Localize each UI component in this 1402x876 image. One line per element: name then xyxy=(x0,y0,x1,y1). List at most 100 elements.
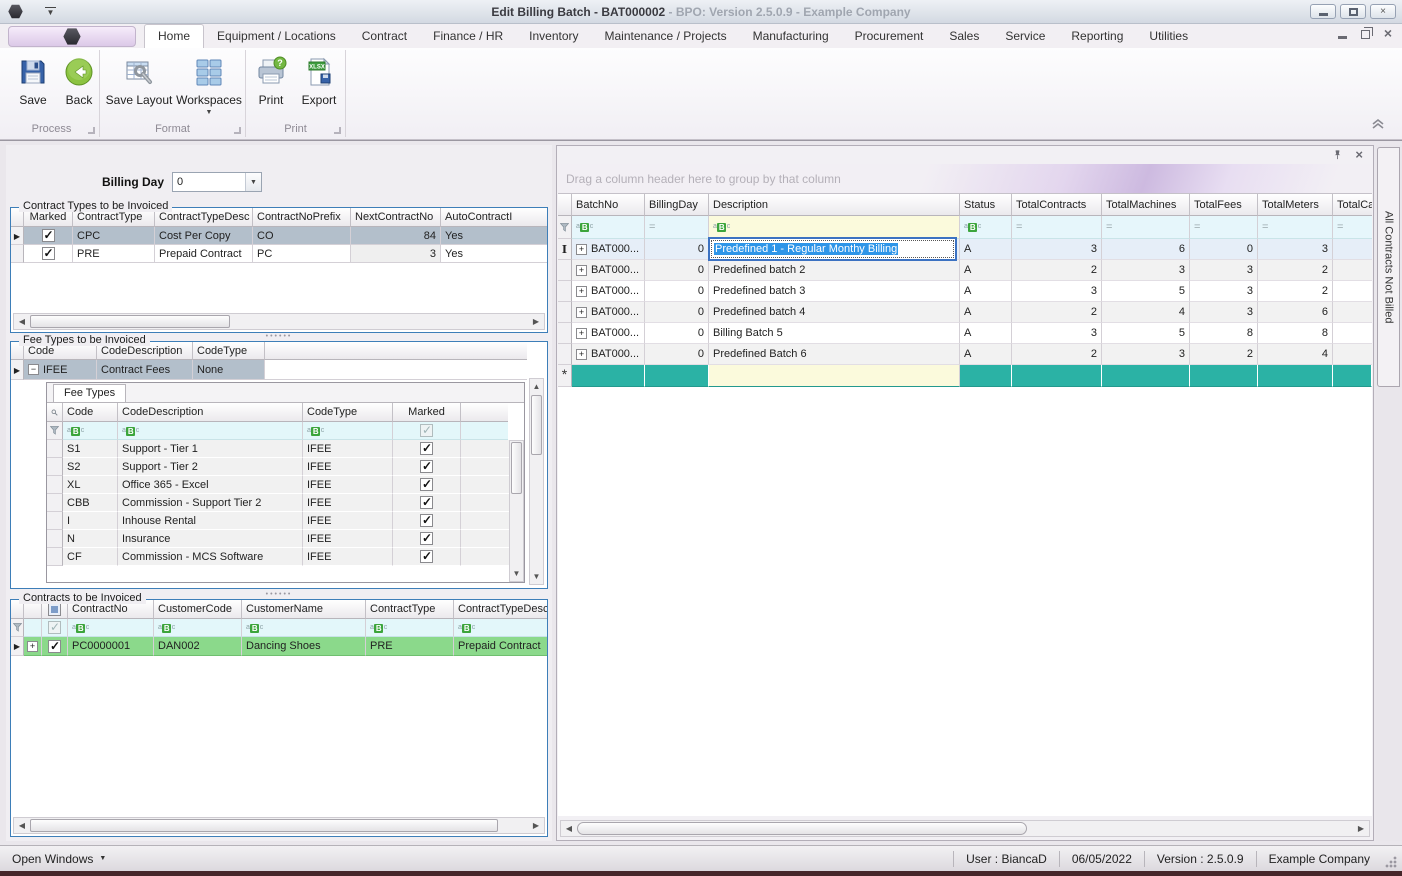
marked-filter-checkbox[interactable] xyxy=(48,621,61,634)
fee-type-row[interactable]: CF Commission - MCS Software IFEE xyxy=(47,548,524,566)
scroll-left-icon[interactable]: ◀ xyxy=(561,821,577,836)
filter-cell-totalca[interactable]: = xyxy=(1333,216,1372,239)
scroll-left-icon[interactable]: ◀ xyxy=(14,314,30,329)
marked-filter-checkbox[interactable] xyxy=(420,424,433,437)
batch-row-editing[interactable]: BAT000... 0 Predefined 1 - Regular Month… xyxy=(558,239,1372,260)
contract-row[interactable]: PC0000001 DAN002 Dancing Shoes PRE Prepa… xyxy=(11,637,547,656)
export-button[interactable]: XLSX Export xyxy=(294,54,344,120)
col-header-description[interactable]: Description xyxy=(709,194,960,216)
filter-cell-code[interactable]: aBc xyxy=(63,422,118,440)
col-header-customercode[interactable]: CustomerCode xyxy=(154,600,242,619)
filter-cell-codetype[interactable]: aBc xyxy=(303,422,393,440)
filter-cell-totalmachines[interactable]: = xyxy=(1102,216,1190,239)
filter-cell-totalcontracts[interactable]: = xyxy=(1012,216,1102,239)
ribbon-tab[interactable]: Service xyxy=(992,25,1058,48)
col-header-marked[interactable]: Marked xyxy=(393,403,461,422)
ribbon-tab[interactable]: Utilities xyxy=(1136,25,1201,48)
fee-type-row[interactable]: S1 Support - Tier 1 IFEE xyxy=(47,440,524,458)
ribbon-tab[interactable]: Finance / HR xyxy=(420,25,516,48)
filter-cell-status[interactable]: aBc xyxy=(960,216,1012,239)
horizontal-scrollbar[interactable]: ◀ ▶ xyxy=(13,817,545,834)
workspaces-button[interactable]: Workspaces xyxy=(174,54,244,120)
save-layout-button[interactable]: Save Layout xyxy=(106,54,172,120)
ribbon-tab[interactable]: Manufacturing xyxy=(740,25,842,48)
contract-type-row[interactable]: PRE Prepaid Contract PC 3 Yes xyxy=(11,245,547,263)
batch-row[interactable]: BAT000... 0 Predefined batch 2 A 2 3 3 2 xyxy=(558,260,1372,281)
mdi-close-icon[interactable] xyxy=(1384,28,1392,41)
col-header-code[interactable]: Code xyxy=(63,403,118,422)
scroll-left-icon[interactable]: ◀ xyxy=(14,818,30,833)
col-header-totalmeters[interactable]: TotalMeters xyxy=(1258,194,1333,216)
col-header-billingday[interactable]: BillingDay xyxy=(645,194,709,216)
ribbon-tab[interactable]: Reporting xyxy=(1058,25,1136,48)
col-header-status[interactable]: Status xyxy=(960,194,1012,216)
maximize-button[interactable] xyxy=(1340,4,1366,19)
print-button[interactable]: ? Print xyxy=(248,54,294,120)
fee-types-vertical-scrollbar[interactable]: ▲ ▼ xyxy=(529,378,544,585)
tab-fee-types[interactable]: Fee Types xyxy=(53,384,126,402)
dialog-launcher-icon[interactable] xyxy=(234,127,241,134)
close-button[interactable]: × xyxy=(1370,4,1396,19)
filter-cell-totalmeters[interactable]: = xyxy=(1258,216,1333,239)
expand-row-icon[interactable] xyxy=(576,244,587,255)
scroll-thumb[interactable] xyxy=(511,442,522,494)
col-header-totalmachines[interactable]: TotalMachines xyxy=(1102,194,1190,216)
expand-row-icon[interactable] xyxy=(576,328,587,339)
expand-row-icon[interactable] xyxy=(576,265,587,276)
ribbon-tab[interactable]: Procurement xyxy=(842,25,937,48)
col-header-codetype[interactable]: CodeType xyxy=(303,403,393,422)
filter-cell-codedescription[interactable]: aBc xyxy=(118,422,303,440)
batch-row[interactable]: BAT000... 0 Predefined batch 3 A 3 5 3 2 xyxy=(558,281,1372,302)
mdi-restore-icon[interactable] xyxy=(1361,30,1370,39)
batch-row[interactable]: BAT000... 0 Billing Batch 5 A 3 5 8 8 xyxy=(558,323,1372,344)
filter-cell-contracttype[interactable]: aBc xyxy=(366,619,454,637)
marked-checkbox[interactable] xyxy=(420,478,433,491)
scroll-right-icon[interactable]: ▶ xyxy=(528,818,544,833)
col-header-customername[interactable]: CustomerName xyxy=(242,600,366,619)
dialog-launcher-icon[interactable] xyxy=(88,127,95,134)
col-header-totalcontracts[interactable]: TotalContracts xyxy=(1012,194,1102,216)
scroll-up-icon[interactable]: ▲ xyxy=(530,379,543,394)
col-header-totalca[interactable]: TotalCa xyxy=(1333,194,1372,216)
marked-checkbox[interactable] xyxy=(420,442,433,455)
ribbon-tab[interactable]: Equipment / Locations xyxy=(204,25,349,48)
col-header-contracttype[interactable]: ContractType xyxy=(366,600,454,619)
mdi-minimize-icon[interactable] xyxy=(1338,36,1347,39)
chevron-down-icon[interactable] xyxy=(245,173,261,191)
tab-all-contracts-not-billed[interactable]: All Contracts Not Billed xyxy=(1377,147,1400,387)
expand-row-icon[interactable] xyxy=(576,307,587,318)
collapse-row-icon[interactable] xyxy=(28,364,39,375)
new-batch-row[interactable] xyxy=(558,365,1372,387)
marked-checkbox[interactable] xyxy=(42,247,55,260)
expand-row-icon[interactable] xyxy=(27,641,38,652)
filter-cell-contracttypedesc[interactable]: aBc xyxy=(454,619,547,637)
col-header-nextcontractno[interactable]: NextContractNo xyxy=(351,208,441,227)
application-menu-button[interactable] xyxy=(8,26,136,47)
expand-row-icon[interactable] xyxy=(576,349,587,360)
filter-cell-marked[interactable] xyxy=(42,619,68,637)
col-header-contractnoprefix[interactable]: ContractNoPrefix xyxy=(253,208,351,227)
scroll-thumb[interactable] xyxy=(30,819,498,832)
marked-checkbox[interactable] xyxy=(420,496,433,509)
quick-access-dropdown-icon[interactable] xyxy=(45,7,56,17)
group-by-panel[interactable]: Drag a column header here to group by th… xyxy=(558,164,1372,194)
minimize-button[interactable] xyxy=(1310,4,1336,19)
ribbon-tab[interactable]: Contract xyxy=(349,25,420,48)
col-header-contracttypedesc[interactable]: ContractTypeDesc xyxy=(454,600,547,619)
col-header-codetype[interactable]: CodeType xyxy=(193,342,265,360)
filter-cell-billingday[interactable]: = xyxy=(645,216,709,239)
close-panel-icon[interactable] xyxy=(1355,149,1363,161)
dialog-launcher-icon[interactable] xyxy=(334,127,341,134)
marked-checkbox[interactable] xyxy=(42,229,55,242)
scroll-thumb[interactable] xyxy=(30,315,230,328)
fee-type-parent-row[interactable]: IFEE Contract Fees None xyxy=(11,360,527,380)
scroll-right-icon[interactable]: ▶ xyxy=(1353,821,1369,836)
marked-checkbox[interactable] xyxy=(420,532,433,545)
marked-checkbox[interactable] xyxy=(420,460,433,473)
pin-icon[interactable] xyxy=(1332,149,1343,161)
scroll-down-icon[interactable]: ▼ xyxy=(530,569,543,584)
batch-row[interactable]: BAT000... 0 Predefined batch 4 A 2 4 3 6 xyxy=(558,302,1372,323)
detail-vertical-scrollbar[interactable]: ▼ xyxy=(509,440,524,582)
col-header-codedescription[interactable]: CodeDescription xyxy=(118,403,303,422)
resize-grip[interactable] xyxy=(1384,855,1398,869)
